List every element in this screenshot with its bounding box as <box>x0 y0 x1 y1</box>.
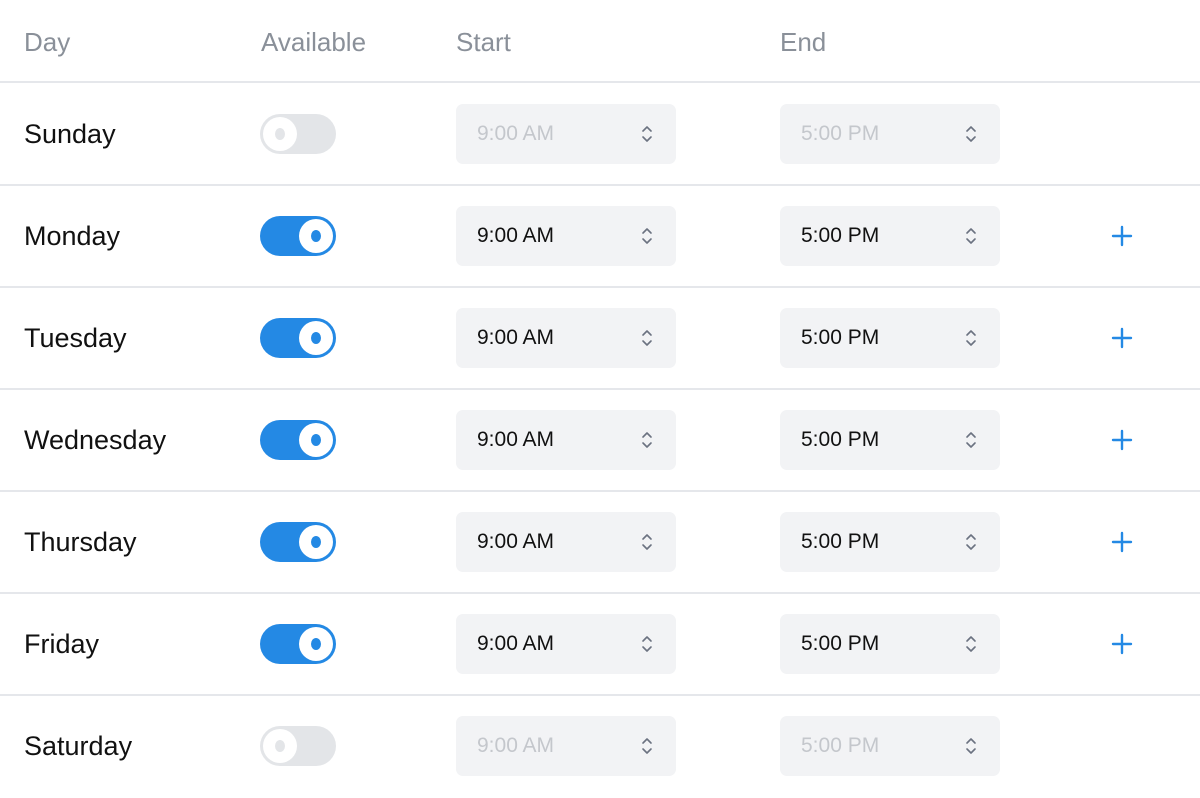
day-label: Monday <box>24 221 121 251</box>
end-time-select-tuesday[interactable]: 5:00 PM <box>780 308 1000 368</box>
availability-toggle-thursday[interactable] <box>260 522 336 562</box>
chevron-up-down-icon <box>964 531 978 553</box>
day-row-monday: Monday 9:00 AM 5:00 PM <box>0 186 1200 288</box>
day-label: Tuesday <box>24 323 127 353</box>
table-header: Day Available Start End <box>0 0 1200 83</box>
plus-icon <box>1111 327 1133 349</box>
day-label: Saturday <box>24 731 133 761</box>
end-time-value: 5:00 PM <box>801 122 880 145</box>
toggle-knob <box>299 627 333 661</box>
end-time-value: 5:00 PM <box>801 632 880 655</box>
chevron-up-down-icon <box>964 225 978 247</box>
availability-toggle-sunday[interactable] <box>260 114 336 154</box>
toggle-knob <box>299 423 333 457</box>
start-time-select-tuesday[interactable]: 9:00 AM <box>456 308 676 368</box>
add-time-range-button-tuesday[interactable] <box>1106 322 1138 354</box>
chevron-up-down-icon <box>640 327 654 349</box>
availability-toggle-tuesday[interactable] <box>260 318 336 358</box>
toggle-knob <box>299 219 333 253</box>
plus-icon <box>1111 429 1133 451</box>
chevron-up-down-icon <box>964 123 978 145</box>
day-row-sunday: Sunday 9:00 AM 5:00 PM <box>0 84 1200 186</box>
day-row-tuesday: Tuesday 9:00 AM 5:00 PM <box>0 288 1200 390</box>
toggle-knob <box>263 117 297 151</box>
start-time-select-monday[interactable]: 9:00 AM <box>456 206 676 266</box>
chevron-up-down-icon <box>640 429 654 451</box>
add-time-range-button-friday[interactable] <box>1106 628 1138 660</box>
end-time-value: 5:00 PM <box>801 224 880 247</box>
chevron-up-down-icon <box>640 225 654 247</box>
add-time-range-button-thursday[interactable] <box>1106 526 1138 558</box>
header-day: Day <box>24 27 71 57</box>
toggle-knob <box>299 321 333 355</box>
day-row-thursday: Thursday 9:00 AM 5:00 PM <box>0 492 1200 594</box>
end-time-value: 5:00 PM <box>801 428 880 451</box>
start-time-select-saturday[interactable]: 9:00 AM <box>456 716 676 776</box>
day-row-friday: Friday 9:00 AM 5:00 PM <box>0 594 1200 696</box>
end-time-select-thursday[interactable]: 5:00 PM <box>780 512 1000 572</box>
day-row-wednesday: Wednesday 9:00 AM 5:00 PM <box>0 390 1200 492</box>
availability-toggle-monday[interactable] <box>260 216 336 256</box>
start-time-value: 9:00 AM <box>477 734 555 757</box>
chevron-up-down-icon <box>640 633 654 655</box>
end-time-value: 5:00 PM <box>801 734 880 757</box>
start-time-value: 9:00 AM <box>477 632 555 655</box>
day-label: Friday <box>24 629 100 659</box>
start-time-select-sunday[interactable]: 9:00 AM <box>456 104 676 164</box>
start-time-select-friday[interactable]: 9:00 AM <box>456 614 676 674</box>
add-time-range-button-wednesday[interactable] <box>1106 424 1138 456</box>
day-label: Thursday <box>24 527 137 557</box>
end-time-value: 5:00 PM <box>801 326 880 349</box>
chevron-up-down-icon <box>964 633 978 655</box>
availability-toggle-wednesday[interactable] <box>260 420 336 460</box>
plus-icon <box>1111 531 1133 553</box>
header-start: Start <box>456 27 511 57</box>
start-time-select-wednesday[interactable]: 9:00 AM <box>456 410 676 470</box>
end-time-select-friday[interactable]: 5:00 PM <box>780 614 1000 674</box>
end-time-select-sunday[interactable]: 5:00 PM <box>780 104 1000 164</box>
day-label: Wednesday <box>24 425 167 455</box>
chevron-up-down-icon <box>640 531 654 553</box>
end-time-select-saturday[interactable]: 5:00 PM <box>780 716 1000 776</box>
toggle-knob <box>263 729 297 763</box>
toggle-knob <box>299 525 333 559</box>
start-time-value: 9:00 AM <box>477 224 555 247</box>
chevron-up-down-icon <box>640 735 654 757</box>
start-time-value: 9:00 AM <box>477 530 555 553</box>
day-label: Sunday <box>24 119 116 149</box>
start-time-value: 9:00 AM <box>477 428 555 451</box>
availability-toggle-friday[interactable] <box>260 624 336 664</box>
chevron-up-down-icon <box>964 327 978 349</box>
chevron-up-down-icon <box>640 123 654 145</box>
plus-icon <box>1111 225 1133 247</box>
availability-toggle-saturday[interactable] <box>260 726 336 766</box>
add-time-range-button-monday[interactable] <box>1106 220 1138 252</box>
end-time-select-monday[interactable]: 5:00 PM <box>780 206 1000 266</box>
end-time-value: 5:00 PM <box>801 530 880 553</box>
start-time-value: 9:00 AM <box>477 326 555 349</box>
chevron-up-down-icon <box>964 735 978 757</box>
header-end: End <box>780 27 827 57</box>
day-row-saturday: Saturday 9:00 AM 5:00 PM <box>0 696 1200 798</box>
start-time-select-thursday[interactable]: 9:00 AM <box>456 512 676 572</box>
plus-icon <box>1111 633 1133 655</box>
end-time-select-wednesday[interactable]: 5:00 PM <box>780 410 1000 470</box>
start-time-value: 9:00 AM <box>477 122 555 145</box>
chevron-up-down-icon <box>964 429 978 451</box>
header-available: Available <box>261 27 367 57</box>
